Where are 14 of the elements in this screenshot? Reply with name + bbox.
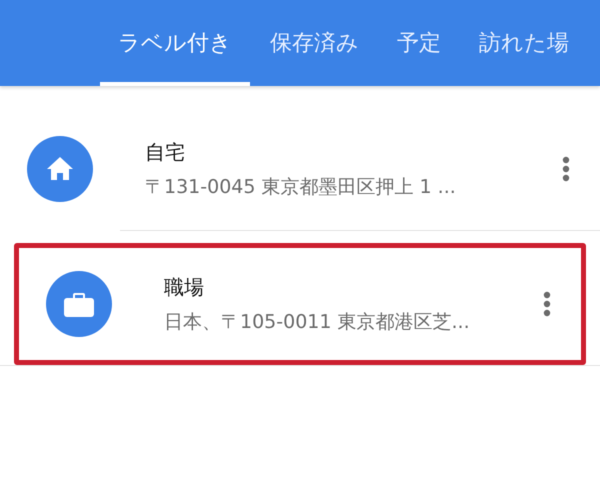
tab[interactable]: 訪れた場 [461,0,587,86]
place-row[interactable]: 自宅 〒131-0045 東京都墨田区押上 1 ... [0,108,600,230]
place-title: 職場 [164,274,205,301]
tab[interactable]: 保存済み [252,0,377,86]
tab[interactable]: 予定 [379,0,459,86]
place-address: 〒131-0045 東京都墨田区押上 1 ... [145,174,457,200]
home-icon [27,136,93,202]
more-options-icon[interactable] [562,156,570,182]
place-address: 日本、〒105-0011 東京都港区芝... [164,310,471,335]
place-row[interactable]: 職場 日本、〒105-0011 東京都港区芝... [14,243,586,365]
more-options-icon[interactable] [543,291,551,317]
place-title: 自宅 [145,138,186,166]
briefcase-icon [46,271,112,337]
tab[interactable]: ラベル付き [100,0,250,86]
